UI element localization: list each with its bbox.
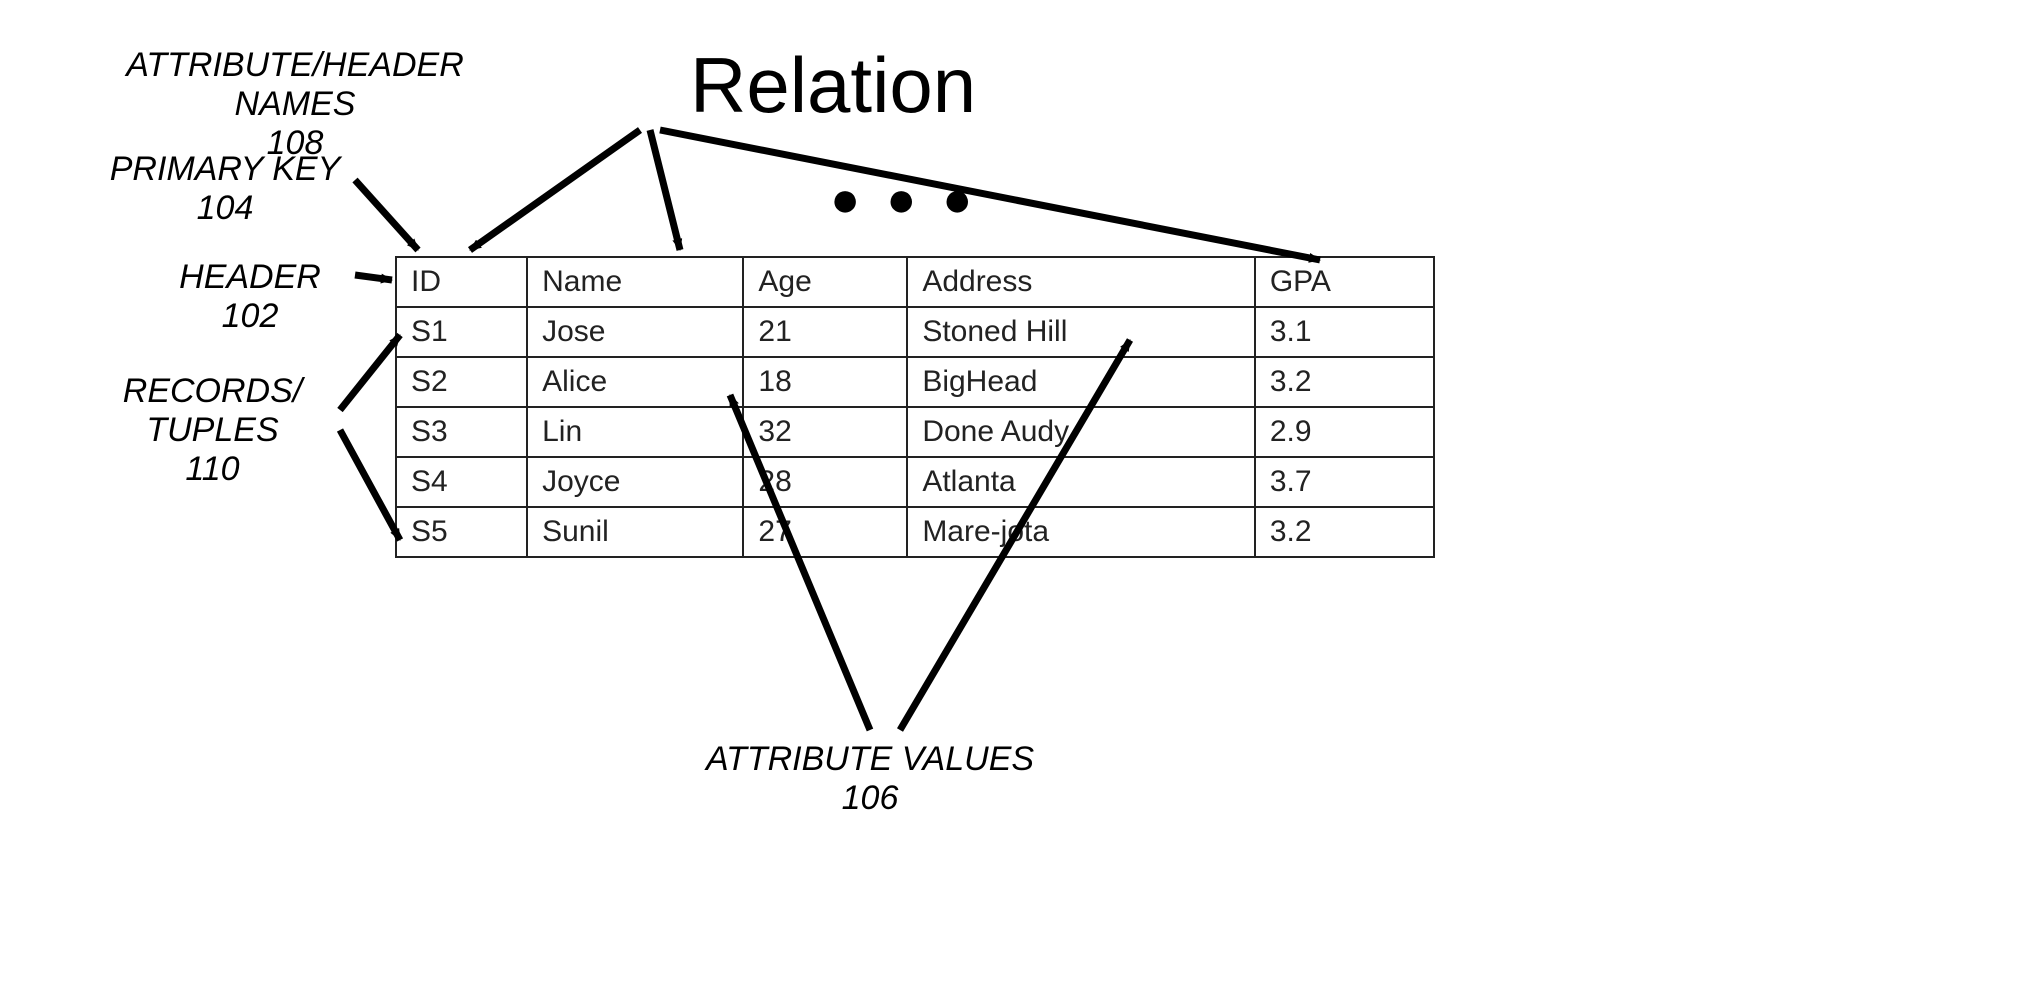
table-body: S1 Jose 21 Stoned Hill 3.1 S2 Alice 18 B… <box>396 307 1434 557</box>
table-row: S1 Jose 21 Stoned Hill 3.1 <box>396 307 1434 357</box>
label-text: HEADER <box>179 258 321 296</box>
cell: 18 <box>743 357 907 407</box>
col-header-gpa: GPA <box>1255 257 1434 307</box>
cell: Lin <box>527 407 743 457</box>
label-text: ATTRIBUTE VALUES <box>706 740 1034 778</box>
table-row: S4 Joyce 28 Atlanta 3.7 <box>396 457 1434 507</box>
cell: S3 <box>396 407 527 457</box>
label-text: RECORDS/ TUPLES <box>123 372 302 449</box>
cell: Mare-jota <box>907 507 1255 557</box>
cell: 3.7 <box>1255 457 1434 507</box>
cell: BigHead <box>907 357 1255 407</box>
arrow-records-group <box>340 335 400 540</box>
table-row: S2 Alice 18 BigHead 3.2 <box>396 357 1434 407</box>
cell: S2 <box>396 357 527 407</box>
cell: 21 <box>743 307 907 357</box>
cell: 3.1 <box>1255 307 1434 357</box>
label-text: ATTRIBUTE/HEADER NAMES <box>126 46 464 123</box>
diagram-title: Relation <box>690 40 976 131</box>
table-row: S3 Lin 32 Done Audy 2.9 <box>396 407 1434 457</box>
label-header: HEADER 102 <box>145 258 355 336</box>
label-ref-num: 104 <box>95 189 355 228</box>
col-header-age: Age <box>743 257 907 307</box>
diagram-canvas: Relation ATTRIBUTE/HEADER NAMES 108 PRIM… <box>0 0 2027 983</box>
cell: S1 <box>396 307 527 357</box>
table-header-row: ID Name Age Address GPA <box>396 257 1434 307</box>
cell: Joyce <box>527 457 743 507</box>
cell: 2.9 <box>1255 407 1434 457</box>
relation-table: ID Name Age Address GPA S1 Jose 21 Stone… <box>395 256 1435 558</box>
label-ref-num: 102 <box>145 297 355 336</box>
label-ref-num: 110 <box>90 450 335 489</box>
cell: 28 <box>743 457 907 507</box>
cell: 3.2 <box>1255 357 1434 407</box>
cell: Atlanta <box>907 457 1255 507</box>
cell: Sunil <box>527 507 743 557</box>
arrow-header <box>355 275 392 280</box>
cell: 27 <box>743 507 907 557</box>
col-header-name: Name <box>527 257 743 307</box>
cell: Done Audy <box>907 407 1255 457</box>
cell: 32 <box>743 407 907 457</box>
ellipsis-icon: ● ● ● <box>830 170 978 228</box>
label-primary-key: PRIMARY KEY 104 <box>95 150 355 228</box>
col-header-id: ID <box>396 257 527 307</box>
col-header-address: Address <box>907 257 1255 307</box>
label-attribute-values: ATTRIBUTE VALUES 106 <box>690 740 1050 818</box>
cell: S5 <box>396 507 527 557</box>
table-row: S5 Sunil 27 Mare-jota 3.2 <box>396 507 1434 557</box>
label-ref-num: 106 <box>690 779 1050 818</box>
arrow-primary-key <box>355 180 418 250</box>
label-text: PRIMARY KEY <box>110 150 341 188</box>
label-records-tuples: RECORDS/ TUPLES 110 <box>90 372 335 489</box>
cell: 3.2 <box>1255 507 1434 557</box>
cell: Stoned Hill <box>907 307 1255 357</box>
cell: S4 <box>396 457 527 507</box>
cell: Alice <box>527 357 743 407</box>
cell: Jose <box>527 307 743 357</box>
label-attribute-header-names: ATTRIBUTE/HEADER NAMES 108 <box>105 46 485 163</box>
